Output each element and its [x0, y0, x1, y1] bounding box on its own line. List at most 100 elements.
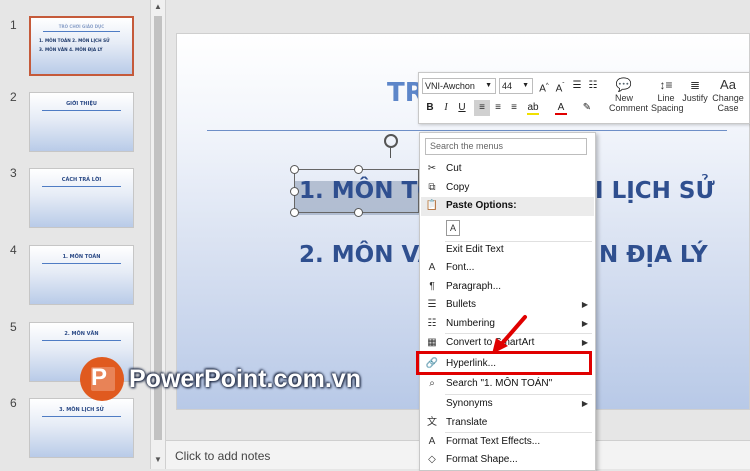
submenu-arrow-icon: ▶: [581, 319, 588, 328]
new-comment-label: Comment: [609, 103, 649, 113]
menu-item-paste-keep-text[interactable]: A: [421, 217, 594, 239]
new-comment-button[interactable]: 💬 New Comment: [609, 77, 649, 113]
resize-handle[interactable]: [290, 187, 299, 196]
bullets-icon: ☰: [427, 299, 437, 310]
mini-toolbar: VNI-Awchon ▼ 44 ▼ A^ Aˇ ☰ ☷ B I U ≡ ≡ ≡ …: [418, 72, 750, 124]
align-right-icon[interactable]: ≡: [506, 100, 522, 116]
italic-icon[interactable]: I: [438, 100, 454, 116]
slide-thumbnail-1[interactable]: TRÒ CHƠI GIÁO DỤC 1. MÔN TOÁN 2. MÔN LỊC…: [29, 16, 134, 76]
rotate-handle-icon[interactable]: [384, 134, 398, 148]
menu-item-format-shape[interactable]: ◇ Format Shape...: [421, 451, 594, 470]
slide-thumbnail-6[interactable]: 3. MÔN LỊCH SỬ: [29, 398, 134, 458]
scissors-icon: ✂: [427, 163, 437, 174]
slide-number: 5: [10, 320, 17, 334]
change-case-button[interactable]: Aa Change Case: [711, 77, 745, 113]
resize-handle[interactable]: [290, 208, 299, 217]
translate-icon: 文: [427, 417, 437, 428]
menu-item-copy[interactable]: ⧉ Copy: [421, 179, 594, 198]
font-size-value: 44: [502, 81, 513, 91]
thumb-line: 3. MÔN VĂN 4. MÔN ĐỊA LÝ: [39, 47, 103, 52]
thumb-line: 1. MÔN TOÁN 2. MÔN LỊCH SỬ: [39, 38, 110, 43]
font-size-select[interactable]: 44 ▼: [499, 78, 533, 94]
underline-icon[interactable]: U: [454, 100, 470, 116]
logo-text: PowerPoint.com.vn: [129, 365, 361, 393]
chevron-down-icon: ▼: [522, 82, 529, 89]
thumb-divider: [42, 340, 121, 341]
format-shape-icon: ◇: [428, 454, 436, 465]
menu-item-label: Translate: [446, 417, 488, 428]
list-item-1-left[interactable]: 1. MÔN TO: [299, 178, 437, 204]
scroll-down-icon[interactable]: ▼: [151, 453, 165, 467]
list-item-2-left[interactable]: 2. MÔN VA: [299, 242, 435, 268]
resize-handle[interactable]: [354, 165, 363, 174]
thumb-title: CÁCH TRẢ LỜI: [61, 177, 102, 183]
slide-number: 4: [10, 243, 17, 257]
title-underline: [207, 130, 727, 131]
bold-icon[interactable]: B: [422, 100, 438, 116]
shrink-font-icon[interactable]: Aˇ: [552, 78, 568, 94]
paste-keep-text-icon: A: [446, 220, 460, 236]
menu-item-label: Copy: [446, 182, 470, 193]
thumb-title: 3. MÔN LỊCH SỬ: [59, 407, 104, 413]
bullets-icon[interactable]: ☰: [569, 78, 585, 94]
paragraph-icon: ¶: [429, 281, 435, 292]
slide-thumbnail-2[interactable]: GIỚI THIỆU: [29, 92, 134, 152]
slide-number: 3: [10, 166, 17, 180]
font-name-value: VNI-Awchon: [425, 81, 475, 91]
submenu-arrow-icon: ▶: [581, 399, 588, 408]
slide-thumbnail-3[interactable]: CÁCH TRẢ LỜI: [29, 168, 134, 228]
grow-font-icon[interactable]: A^: [536, 78, 552, 94]
thumb-title: GIỚI THIỆU: [66, 101, 97, 107]
font-color-icon[interactable]: A: [553, 100, 569, 116]
thumb-divider: [42, 186, 121, 187]
format-painter-icon[interactable]: ✎: [579, 100, 595, 116]
menu-item-font[interactable]: A Font...: [421, 259, 594, 278]
menu-item-format-text-effects[interactable]: A Format Text Effects...: [421, 433, 594, 452]
line-spacing-button[interactable]: ↕≡ Line Spacing: [651, 77, 684, 113]
menu-item-label: Format Text Effects...: [446, 436, 541, 447]
menu-item-paragraph[interactable]: ¶ Paragraph...: [421, 278, 594, 297]
numbering-icon: ☷: [427, 318, 437, 329]
menu-item-label: Numbering: [446, 318, 495, 329]
line-spacing-label: Line: [657, 93, 675, 103]
copy-icon: ⧉: [428, 182, 436, 193]
menu-item-label: Paste Options:: [446, 200, 517, 211]
line-spacing-label: Spacing: [651, 103, 684, 113]
numbering-icon[interactable]: ☷: [585, 78, 601, 94]
menu-item-search[interactable]: ⌕ Search "1. MÔN TOÁN": [421, 375, 594, 394]
resize-handle[interactable]: [354, 208, 363, 217]
thumb-title: TRÒ CHƠI GIÁO DỤC: [58, 24, 105, 29]
font-icon: A: [428, 262, 436, 273]
notes-placeholder[interactable]: Click to add notes: [175, 449, 270, 463]
menu-item-synonyms[interactable]: Synonyms ▶: [421, 395, 594, 414]
justify-label: Justify: [682, 93, 708, 103]
align-left-icon[interactable]: ≡: [474, 100, 490, 116]
slide-thumbnail-4[interactable]: 1. MÔN TOÁN: [29, 245, 134, 305]
submenu-arrow-icon: ▶: [581, 300, 588, 309]
menu-search-input[interactable]: Search the menus: [425, 138, 587, 155]
list-item-1-right[interactable]: I LỊCH SỬ: [595, 178, 715, 204]
highlight-icon[interactable]: ab: [525, 100, 541, 116]
thumb-divider: [42, 263, 121, 264]
slide-number: 6: [10, 396, 17, 410]
justify-icon: ≣: [689, 78, 701, 92]
smartart-icon: ▦: [427, 337, 437, 348]
change-case-label: Case: [717, 103, 739, 113]
justify-button[interactable]: ≣ Justify: [681, 77, 709, 103]
thumb-title: 2. MÔN VĂN: [64, 331, 99, 337]
font-name-select[interactable]: VNI-Awchon ▼: [422, 78, 496, 94]
slide-number: 2: [10, 90, 17, 104]
menu-item-label: Cut: [446, 163, 462, 174]
menu-item-label: Bullets: [446, 299, 477, 310]
scroll-up-icon[interactable]: ▲: [151, 0, 165, 14]
menu-item-cut[interactable]: ✂ Cut: [421, 160, 594, 179]
menu-item-exit-edit-text[interactable]: Exit Edit Text: [421, 241, 594, 260]
thumb-title: 1. MÔN TOÁN: [62, 254, 101, 260]
chevron-down-icon: ▼: [485, 82, 492, 89]
thumb-divider: [43, 31, 120, 32]
search-icon: ⌕: [429, 378, 435, 389]
list-item-2-right[interactable]: N ĐỊA LÝ: [599, 242, 708, 268]
resize-handle[interactable]: [290, 165, 299, 174]
menu-item-translate[interactable]: 文 Translate: [421, 414, 594, 433]
align-center-icon[interactable]: ≡: [490, 100, 506, 116]
